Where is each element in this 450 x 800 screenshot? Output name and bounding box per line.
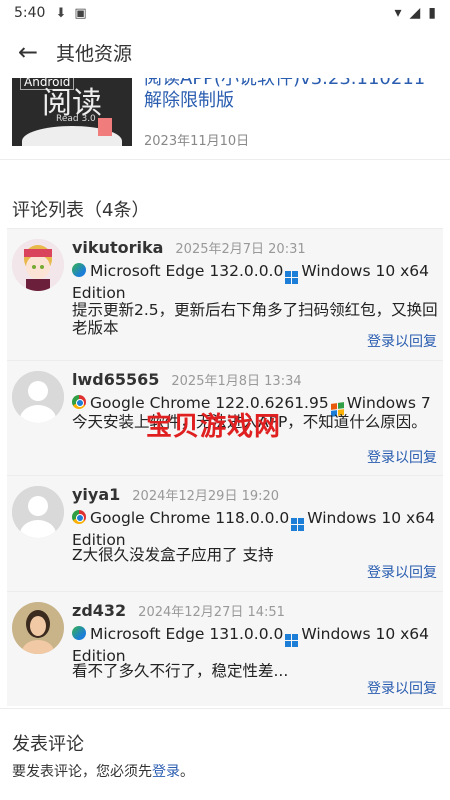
comment-username[interactable]: lwd65565 [72, 370, 159, 389]
resource-title-link[interactable]: 阅读APP(小说软件)v3.23.110211解除限制版 [144, 78, 440, 112]
edge-icon [72, 626, 86, 640]
comment-browser: Microsoft Edge 132.0.0.0 [90, 262, 284, 280]
login-link[interactable]: 登录 [152, 764, 180, 780]
comment-date: 2024年12月27日 14:51 [138, 605, 285, 620]
comment-date: 2024年12月29日 19:20 [132, 489, 280, 504]
post-note-prefix: 要发表评论，您必须先 [12, 764, 152, 780]
comment-user[interactable]: yiya1 2024年12月29日 19:20 [72, 485, 279, 504]
status-time: 5:40 [14, 5, 46, 21]
avatar[interactable] [12, 486, 64, 538]
reply-login-link[interactable]: 登录以回复 [367, 562, 437, 582]
windows-icon [285, 271, 299, 284]
comment-user-agent: Google Chrome 118.0.0.0 Windows 10 x64 Ed… [72, 509, 438, 549]
page-title: 其他资源 [56, 42, 133, 65]
chrome-icon [72, 510, 86, 524]
comment-user[interactable]: vikutorika 2025年2月7日 20:31 [72, 238, 306, 257]
comment-item: zd432 2024年12月27日 14:51 Microsoft Edge 13… [7, 591, 443, 706]
comment-username[interactable]: vikutorika [72, 238, 163, 257]
watermark: 宝贝游戏网 [146, 412, 282, 442]
thumb-read-label: Read 3.0 [56, 114, 96, 124]
comment-user[interactable]: zd432 2024年12月27日 14:51 [72, 601, 285, 620]
post-comment-note: 要发表评论，您必须先登录。 [12, 761, 194, 781]
download-icon: ⬇ [55, 5, 67, 21]
avatar[interactable] [12, 602, 64, 654]
reply-login-link[interactable]: 登录以回复 [367, 678, 437, 698]
comment-user-agent: Microsoft Edge 131.0.0.0 Windows 10 x64 E… [72, 625, 438, 665]
resource-date: 2023年11月10日 [144, 134, 250, 149]
comment-user-agent: Microsoft Edge 132.0.0.0 Windows 10 x64 E… [72, 262, 438, 302]
comments-title: 评论列表（4条） [12, 200, 150, 221]
comment-username[interactable]: zd432 [72, 601, 126, 620]
bookmark-icon [98, 118, 112, 136]
comment-user[interactable]: lwd65565 2025年1月8日 13:34 [72, 370, 302, 389]
avatar[interactable] [12, 239, 64, 291]
edge-icon [72, 263, 86, 277]
comment-date: 2025年1月8日 13:34 [171, 374, 302, 389]
notification-a-icon: ▣ [74, 5, 87, 21]
comment-item: vikutorika 2025年2月7日 20:31 Microsoft Edge… [7, 228, 443, 360]
status-bar: 5:40 ⬇ ▣ ▾ ◢ ▮ [0, 0, 450, 26]
comment-os: Windows 7 [346, 394, 431, 412]
resource-thumbnail[interactable]: Android 阅读 Read 3.0 [12, 78, 132, 146]
reply-login-link[interactable]: 登录以回复 [367, 331, 437, 351]
battery-icon: ▮ [428, 5, 436, 21]
wifi-icon: ▾ [394, 5, 402, 21]
post-note-suffix: 。 [180, 764, 194, 780]
windows-icon [291, 518, 305, 531]
signal-icon: ◢ [409, 5, 421, 21]
comment-browser: Google Chrome 118.0.0.0 [90, 509, 290, 527]
resource-card[interactable]: Android 阅读 Read 3.0 阅读APP(小说软件)v3.23.110… [0, 78, 450, 160]
back-button[interactable]: ← [0, 26, 56, 78]
comment-date: 2025年2月7日 20:31 [175, 242, 306, 257]
app-bar: ← 其他资源 [0, 26, 450, 78]
chrome-icon [72, 395, 86, 409]
arrow-left-icon: ← [17, 38, 39, 66]
comment-item: yiya1 2024年12月29日 19:20 Google Chrome 118… [7, 475, 443, 591]
avatar[interactable] [12, 371, 64, 423]
post-comment-title: 发表评论 [12, 734, 84, 755]
windows-icon [285, 634, 299, 647]
comment-username[interactable]: yiya1 [72, 485, 120, 504]
comment-browser: Microsoft Edge 131.0.0.0 [90, 625, 284, 643]
reply-login-link[interactable]: 登录以回复 [367, 447, 437, 467]
divider [0, 708, 450, 709]
